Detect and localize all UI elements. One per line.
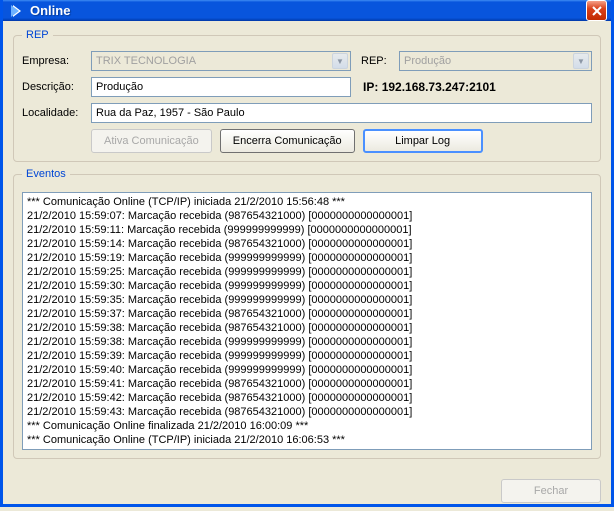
ip-label: IP: 192.168.73.247:2101 bbox=[357, 80, 496, 94]
empresa-value: TRIX TECNOLOGIA bbox=[96, 55, 196, 67]
window-title: Online bbox=[30, 3, 586, 18]
empresa-combo: TRIX TECNOLOGIA ▼ bbox=[91, 51, 351, 71]
row-descricao: Descrição: Produção IP: 192.168.73.247:2… bbox=[22, 77, 592, 97]
label-descricao: Descrição: bbox=[22, 81, 85, 93]
row-empresa: Empresa: TRIX TECNOLOGIA ▼ REP: Produção… bbox=[22, 51, 592, 71]
chevron-down-icon: ▼ bbox=[573, 53, 589, 69]
list-item[interactable]: 21/2/2010 15:59:39: Marcação recebida (9… bbox=[27, 349, 587, 363]
localidade-value: Rua da Paz, 1957 - São Paulo bbox=[96, 107, 245, 119]
encerra-comunicacao-button[interactable]: Encerra Comunicação bbox=[220, 129, 355, 153]
list-item[interactable]: 21/2/2010 15:59:11: Marcação recebida (9… bbox=[27, 223, 587, 237]
ip-value: 192.168.73.247:2101 bbox=[382, 80, 496, 94]
ativa-comunicacao-button: Ativa Comunicação bbox=[91, 129, 212, 153]
title-bar[interactable]: Online bbox=[3, 0, 611, 21]
list-item[interactable]: 21/2/2010 15:59:38: Marcação recebida (9… bbox=[27, 335, 587, 349]
button-row: Ativa Comunicação Encerra Comunicação Li… bbox=[22, 129, 592, 153]
list-item[interactable]: 21/2/2010 15:59:38: Marcação recebida (9… bbox=[27, 321, 587, 335]
descricao-value: Produção bbox=[96, 81, 143, 93]
list-item[interactable]: 21/2/2010 15:59:41: Marcação recebida (9… bbox=[27, 377, 587, 391]
rep-legend: REP bbox=[22, 29, 53, 41]
chevron-down-icon: ▼ bbox=[332, 53, 348, 69]
eventos-group: Eventos *** Comunicação Online (TCP/IP) … bbox=[13, 168, 601, 459]
list-item[interactable]: *** Comunicação Online (TCP/IP) iniciada… bbox=[27, 433, 587, 447]
window-frame: Online REP Empresa: TRIX TECNOLOGIA ▼ RE… bbox=[0, 0, 614, 507]
close-button[interactable] bbox=[586, 0, 607, 21]
label-empresa: Empresa: bbox=[22, 55, 85, 67]
label-rep: REP: bbox=[357, 55, 393, 67]
list-item[interactable]: 21/2/2010 15:59:14: Marcação recebida (9… bbox=[27, 237, 587, 251]
fechar-button: Fechar bbox=[501, 479, 601, 503]
limpar-log-button[interactable]: Limpar Log bbox=[363, 129, 483, 153]
list-item[interactable]: 21/2/2010 15:59:40: Marcação recebida (9… bbox=[27, 363, 587, 377]
list-item[interactable]: *** Comunicação Online finalizada 21/2/2… bbox=[27, 419, 587, 433]
label-localidade: Localidade: bbox=[22, 107, 85, 119]
list-item[interactable]: 21/2/2010 15:59:37: Marcação recebida (9… bbox=[27, 307, 587, 321]
list-item[interactable]: 21/2/2010 15:59:25: Marcação recebida (9… bbox=[27, 265, 587, 279]
list-item[interactable]: 21/2/2010 15:59:30: Marcação recebida (9… bbox=[27, 279, 587, 293]
rep-value: Produção bbox=[404, 55, 451, 67]
descricao-input[interactable]: Produção bbox=[91, 77, 351, 97]
list-item[interactable]: 21/2/2010 15:59:42: Marcação recebida (9… bbox=[27, 391, 587, 405]
list-item[interactable]: 21/2/2010 15:59:35: Marcação recebida (9… bbox=[27, 293, 587, 307]
ip-prefix: IP: bbox=[363, 80, 378, 94]
rep-combo: Produção ▼ bbox=[399, 51, 592, 71]
list-item[interactable]: 21/2/2010 15:59:07: Marcação recebida (9… bbox=[27, 209, 587, 223]
eventos-legend: Eventos bbox=[22, 168, 70, 180]
rep-group: REP Empresa: TRIX TECNOLOGIA ▼ REP: Prod… bbox=[13, 29, 601, 162]
list-item[interactable]: *** Comunicação Online (TCP/IP) iniciada… bbox=[27, 195, 587, 209]
localidade-input[interactable]: Rua da Paz, 1957 - São Paulo bbox=[91, 103, 592, 123]
list-item[interactable]: 21/2/2010 15:59:19: Marcação recebida (9… bbox=[27, 251, 587, 265]
eventos-listbox[interactable]: *** Comunicação Online (TCP/IP) iniciada… bbox=[22, 192, 592, 450]
app-icon bbox=[9, 3, 25, 19]
row-localidade: Localidade: Rua da Paz, 1957 - São Paulo bbox=[22, 103, 592, 123]
content-area: REP Empresa: TRIX TECNOLOGIA ▼ REP: Prod… bbox=[3, 21, 611, 473]
footer: Fechar bbox=[3, 473, 611, 511]
list-item[interactable]: 21/2/2010 15:59:43: Marcação recebida (9… bbox=[27, 405, 587, 419]
